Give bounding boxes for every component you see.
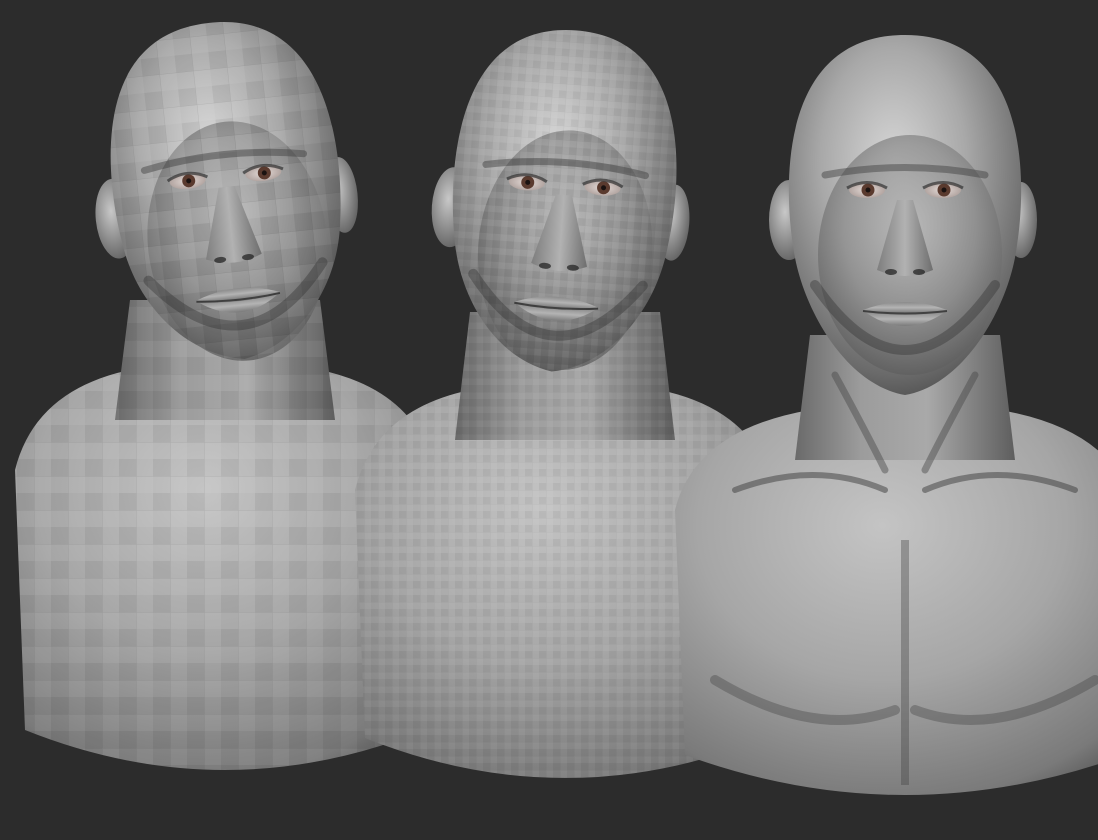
pupil-right — [941, 187, 947, 193]
sculpt-scene — [15, 22, 1098, 795]
nostril-right — [913, 269, 925, 275]
pupil-left — [865, 187, 871, 193]
head — [95, 22, 358, 361]
nostril-left — [885, 269, 897, 275]
bust-high-detail — [675, 35, 1098, 795]
sculpt-viewport — [0, 0, 1098, 840]
